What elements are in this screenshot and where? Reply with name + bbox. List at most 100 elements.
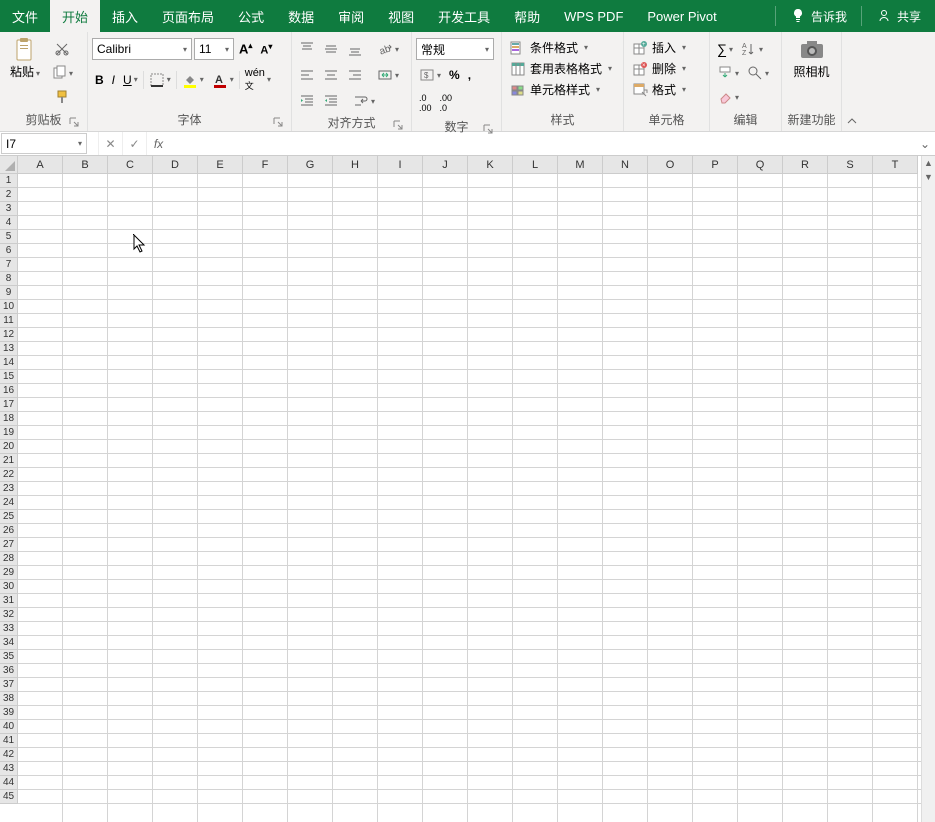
row-header[interactable]: 3 xyxy=(0,202,18,216)
merge-button[interactable] xyxy=(374,64,402,86)
tab-file[interactable]: 文件 xyxy=(0,0,50,32)
scroll-up-button[interactable]: ▲ xyxy=(922,156,935,170)
fill-button[interactable] xyxy=(714,62,742,84)
row-header[interactable]: 14 xyxy=(0,356,18,370)
font-color-button[interactable]: A xyxy=(209,69,237,91)
underline-button[interactable]: U xyxy=(120,70,141,90)
increase-indent-button[interactable] xyxy=(320,90,342,112)
row-header[interactable]: 28 xyxy=(0,552,18,566)
row-header[interactable]: 33 xyxy=(0,622,18,636)
cells-area[interactable] xyxy=(18,174,921,822)
row-header[interactable]: 15 xyxy=(0,370,18,384)
row-header[interactable]: 27 xyxy=(0,538,18,552)
column-header[interactable]: J xyxy=(423,156,468,174)
delete-cells-button[interactable]: × 删除 xyxy=(628,59,690,78)
row-header[interactable]: 19 xyxy=(0,426,18,440)
autosum-button[interactable]: ∑ xyxy=(714,38,736,60)
column-header[interactable]: T xyxy=(873,156,918,174)
decrease-decimal-button[interactable]: .00.0 xyxy=(437,90,456,116)
align-center-button[interactable] xyxy=(320,64,342,86)
row-header[interactable]: 12 xyxy=(0,328,18,342)
row-header[interactable]: 16 xyxy=(0,384,18,398)
column-header[interactable]: I xyxy=(378,156,423,174)
row-header[interactable]: 37 xyxy=(0,678,18,692)
font-name-select[interactable]: Calibri▾ xyxy=(92,38,192,60)
row-header[interactable]: 44 xyxy=(0,776,18,790)
row-header[interactable]: 1 xyxy=(0,174,18,188)
insert-cells-button[interactable]: + 插入 xyxy=(628,38,690,57)
column-header[interactable]: S xyxy=(828,156,873,174)
row-header[interactable]: 41 xyxy=(0,734,18,748)
paste-button[interactable]: 粘贴 xyxy=(4,34,46,81)
row-header[interactable]: 21 xyxy=(0,454,18,468)
column-header[interactable]: C xyxy=(108,156,153,174)
tab-power-pivot[interactable]: Power Pivot xyxy=(635,0,728,32)
vertical-scrollbar[interactable]: ▲ ▼ xyxy=(921,156,935,822)
column-header[interactable]: D xyxy=(153,156,198,174)
row-header[interactable]: 35 xyxy=(0,650,18,664)
row-header[interactable]: 18 xyxy=(0,412,18,426)
column-header[interactable]: Q xyxy=(738,156,783,174)
column-header[interactable]: A xyxy=(18,156,63,174)
accounting-format-button[interactable]: $ xyxy=(416,64,444,86)
borders-button[interactable] xyxy=(146,69,174,91)
tell-me-search[interactable]: 告诉我 xyxy=(776,0,861,32)
row-header[interactable]: 40 xyxy=(0,720,18,734)
column-header[interactable]: O xyxy=(648,156,693,174)
decrease-indent-button[interactable] xyxy=(296,90,318,112)
column-header[interactable]: P xyxy=(693,156,738,174)
row-header[interactable]: 31 xyxy=(0,594,18,608)
conditional-format-button[interactable]: 条件格式 xyxy=(506,38,592,57)
column-header[interactable]: F xyxy=(243,156,288,174)
clipboard-launcher[interactable] xyxy=(67,115,81,129)
tab-review[interactable]: 审阅 xyxy=(326,0,376,32)
fill-color-button[interactable] xyxy=(179,69,207,91)
scroll-down-button[interactable]: ▼ xyxy=(922,170,935,184)
row-header[interactable]: 9 xyxy=(0,286,18,300)
font-size-select[interactable]: 11▾ xyxy=(194,38,234,60)
row-header[interactable]: 4 xyxy=(0,216,18,230)
row-header[interactable]: 20 xyxy=(0,440,18,454)
decrease-font-button[interactable]: A▾ xyxy=(257,39,275,60)
format-painter-button[interactable] xyxy=(48,86,76,108)
row-header[interactable]: 25 xyxy=(0,510,18,524)
align-left-button[interactable] xyxy=(296,64,318,86)
camera-button[interactable]: 照相机 xyxy=(786,34,837,81)
copy-button[interactable] xyxy=(48,62,76,84)
row-header[interactable]: 8 xyxy=(0,272,18,286)
column-headers[interactable]: ABCDEFGHIJKLMNOPQRST xyxy=(18,156,921,174)
column-header[interactable]: H xyxy=(333,156,378,174)
name-box[interactable]: I7▾ xyxy=(1,133,87,154)
bold-button[interactable]: B xyxy=(92,70,107,90)
tab-view[interactable]: 视图 xyxy=(376,0,426,32)
column-header[interactable]: L xyxy=(513,156,558,174)
row-header[interactable]: 30 xyxy=(0,580,18,594)
align-bottom-button[interactable] xyxy=(344,38,366,60)
comma-button[interactable]: , xyxy=(465,65,474,85)
tab-home[interactable]: 开始 xyxy=(50,0,100,32)
row-header[interactable]: 23 xyxy=(0,482,18,496)
tab-developer[interactable]: 开发工具 xyxy=(426,0,502,32)
expand-formula-bar-button[interactable]: ⌄ xyxy=(915,132,935,155)
wrap-text-button[interactable] xyxy=(350,90,378,112)
align-middle-button[interactable] xyxy=(320,38,342,60)
row-header[interactable]: 38 xyxy=(0,692,18,706)
increase-decimal-button[interactable]: .0.00 xyxy=(416,90,435,116)
row-headers[interactable]: 1234567891011121314151617181920212223242… xyxy=(0,174,18,822)
row-header[interactable]: 43 xyxy=(0,762,18,776)
row-header[interactable]: 45 xyxy=(0,790,18,804)
tab-wps-pdf[interactable]: WPS PDF xyxy=(552,0,635,32)
number-launcher[interactable] xyxy=(481,122,495,136)
row-header[interactable]: 32 xyxy=(0,608,18,622)
orientation-button[interactable]: ab xyxy=(374,38,402,60)
row-header[interactable]: 2 xyxy=(0,188,18,202)
row-header[interactable]: 13 xyxy=(0,342,18,356)
tab-formulas[interactable]: 公式 xyxy=(226,0,276,32)
tab-page-layout[interactable]: 页面布局 xyxy=(150,0,226,32)
row-header[interactable]: 7 xyxy=(0,258,18,272)
column-header[interactable]: M xyxy=(558,156,603,174)
tab-help[interactable]: 帮助 xyxy=(502,0,552,32)
format-cells-button[interactable]: 格式 xyxy=(628,80,690,99)
row-header[interactable]: 36 xyxy=(0,664,18,678)
italic-button[interactable]: I xyxy=(109,70,118,90)
